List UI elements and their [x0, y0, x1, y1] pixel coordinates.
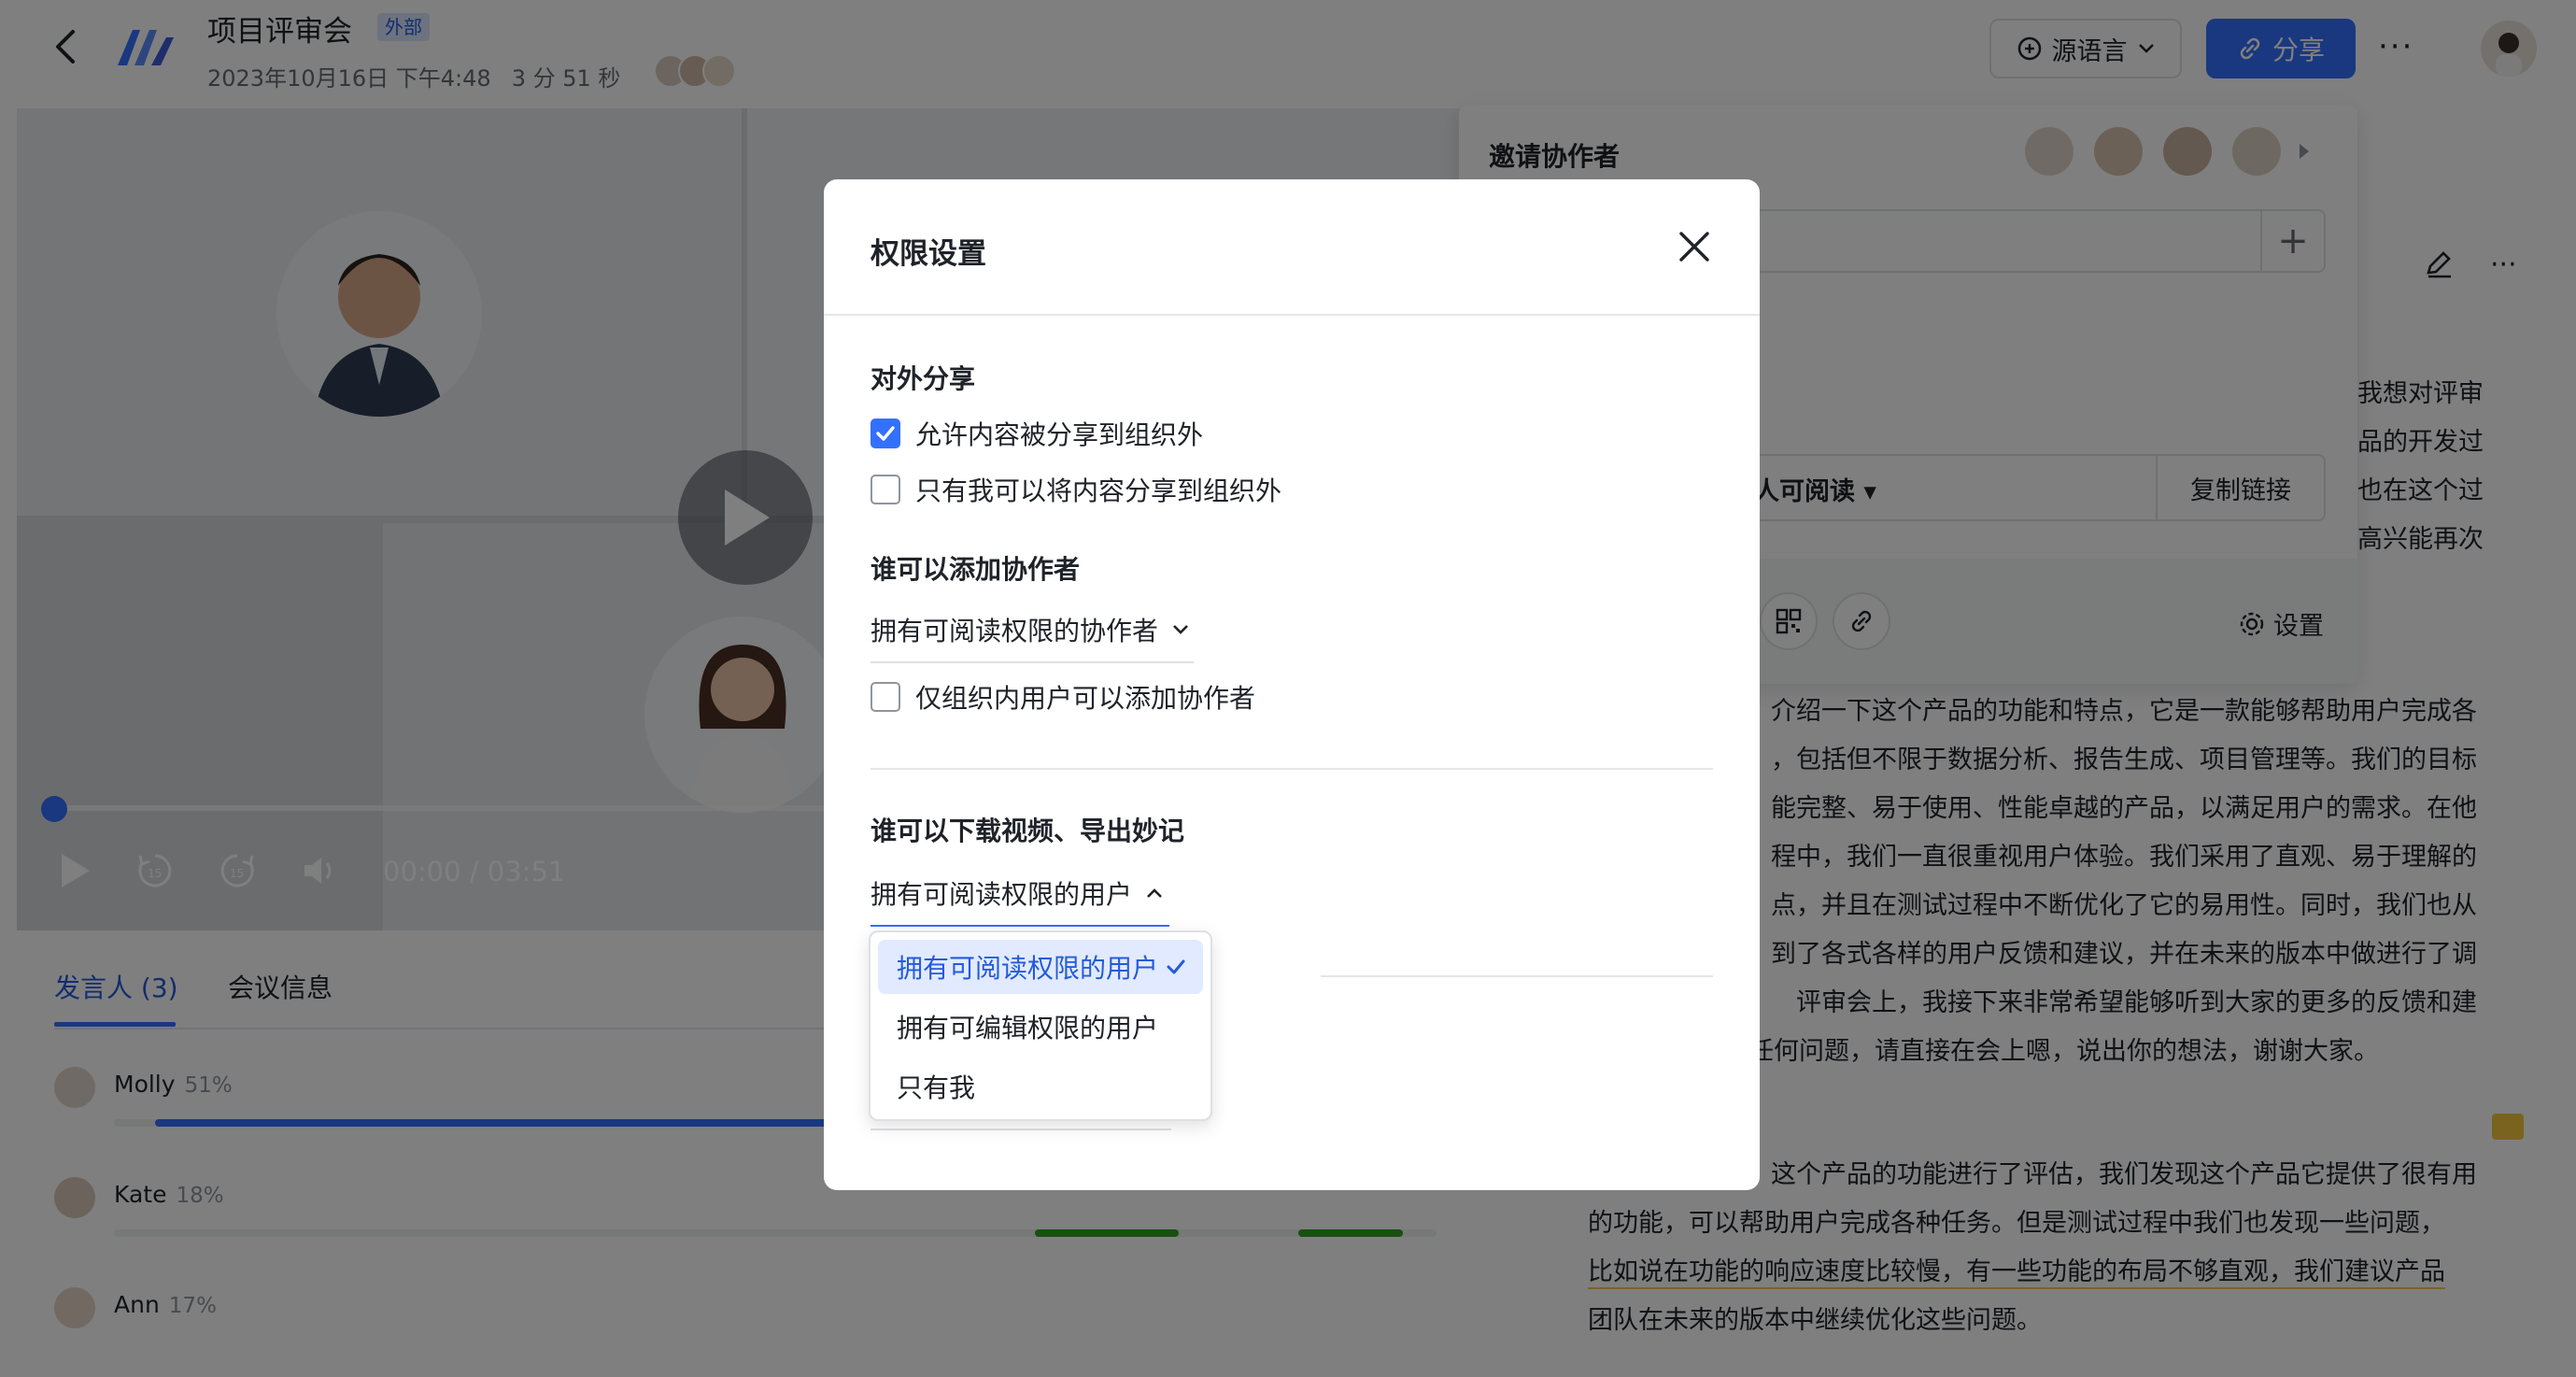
checkbox-checked[interactable]: [870, 419, 900, 448]
dropdown-option-readers[interactable]: 拥有可阅读权限的用户: [878, 940, 1203, 994]
dialog-title: 权限设置: [870, 237, 986, 271]
divider: [824, 314, 1760, 316]
divider: [1321, 975, 1713, 977]
select-value: 拥有可阅读权限的协作者: [870, 616, 1159, 646]
dropdown-option-only-me[interactable]: 只有我: [878, 1059, 1203, 1114]
check-icon: [1167, 959, 1185, 974]
checkbox-unchecked[interactable]: [870, 682, 900, 712]
dropdown-option-editors[interactable]: 拥有可编辑权限的用户: [878, 1000, 1203, 1054]
chevron-down-icon: [1173, 625, 1188, 634]
select-value: 拥有可阅读权限的用户: [870, 879, 1133, 910]
option-label: 拥有可编辑权限的用户: [897, 1013, 1159, 1043]
option-label: 拥有可阅读权限的用户: [897, 953, 1159, 984]
checkbox-label: 允许内容被分享到组织外: [915, 419, 1204, 450]
chevron-up-icon: [1147, 888, 1162, 898]
section-title-external-share: 对外分享: [870, 363, 976, 394]
section-title-add-collaborators: 谁可以添加协作者: [870, 554, 1081, 585]
option-label: 只有我: [897, 1072, 976, 1103]
checkbox-unchecked[interactable]: [870, 475, 900, 504]
download-permission-dropdown: 拥有可阅读权限的用户 拥有可编辑权限的用户 只有我: [869, 930, 1212, 1121]
check-icon: [876, 426, 895, 441]
section-title-download: 谁可以下载视频、导出妙记: [870, 816, 1185, 846]
checkbox-only-me-share[interactable]: 只有我可以将内容分享到组织外: [870, 471, 1281, 508]
close-icon[interactable]: [1672, 224, 1717, 269]
divider: [870, 768, 1713, 770]
checkbox-allow-external-share[interactable]: 允许内容被分享到组织外: [870, 415, 1203, 452]
checkbox-label: 仅组织内用户可以添加协作者: [915, 683, 1256, 714]
checkbox-org-only-add[interactable]: 仅组织内用户可以添加协作者: [870, 678, 1255, 716]
checkbox-label: 只有我可以将内容分享到组织外: [915, 476, 1282, 506]
download-permission-select[interactable]: 拥有可阅读权限的用户: [870, 874, 1169, 927]
add-collaborators-select[interactable]: 拥有可阅读权限的协作者: [870, 611, 1194, 663]
divider: [870, 1129, 1171, 1130]
